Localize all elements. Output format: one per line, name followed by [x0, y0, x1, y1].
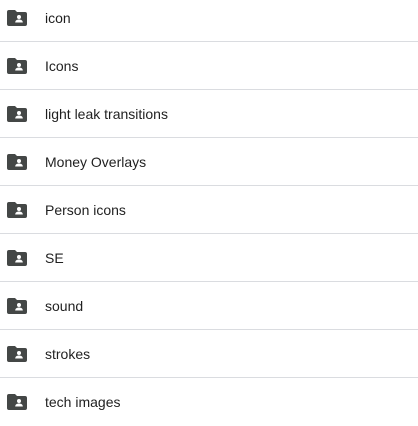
- folder-list: icon Icons light leak transitions Money …: [0, 0, 418, 426]
- folder-row[interactable]: sound: [0, 282, 418, 330]
- folder-name: Money Overlays: [45, 153, 147, 170]
- folder-name: strokes: [45, 345, 91, 362]
- folder-row[interactable]: icon: [0, 0, 418, 42]
- folder-name: icon: [45, 9, 71, 26]
- folder-name: Icons: [45, 57, 79, 74]
- shared-folder-icon: [7, 153, 27, 170]
- folder-name: sound: [45, 297, 84, 314]
- folder-row[interactable]: strokes: [0, 330, 418, 378]
- shared-folder-icon: [7, 105, 27, 122]
- shared-folder-icon: [7, 394, 27, 410]
- folder-name: SE: [45, 249, 64, 266]
- shared-folder-icon: [7, 201, 27, 218]
- shared-folder-icon: [7, 249, 27, 266]
- shared-folder-icon: [7, 9, 27, 26]
- folder-row[interactable]: Person icons: [0, 186, 418, 234]
- folder-name: tech images: [45, 394, 121, 410]
- folder-row[interactable]: Icons: [0, 42, 418, 90]
- folder-row[interactable]: light leak transitions: [0, 90, 418, 138]
- folder-row[interactable]: SE: [0, 234, 418, 282]
- folder-row[interactable]: Money Overlays: [0, 138, 418, 186]
- folder-name: light leak transitions: [45, 105, 168, 122]
- shared-folder-icon: [7, 57, 27, 74]
- shared-folder-icon: [7, 345, 27, 362]
- folder-row[interactable]: tech images: [0, 378, 418, 426]
- folder-name: Person icons: [45, 201, 126, 218]
- shared-folder-icon: [7, 297, 27, 314]
